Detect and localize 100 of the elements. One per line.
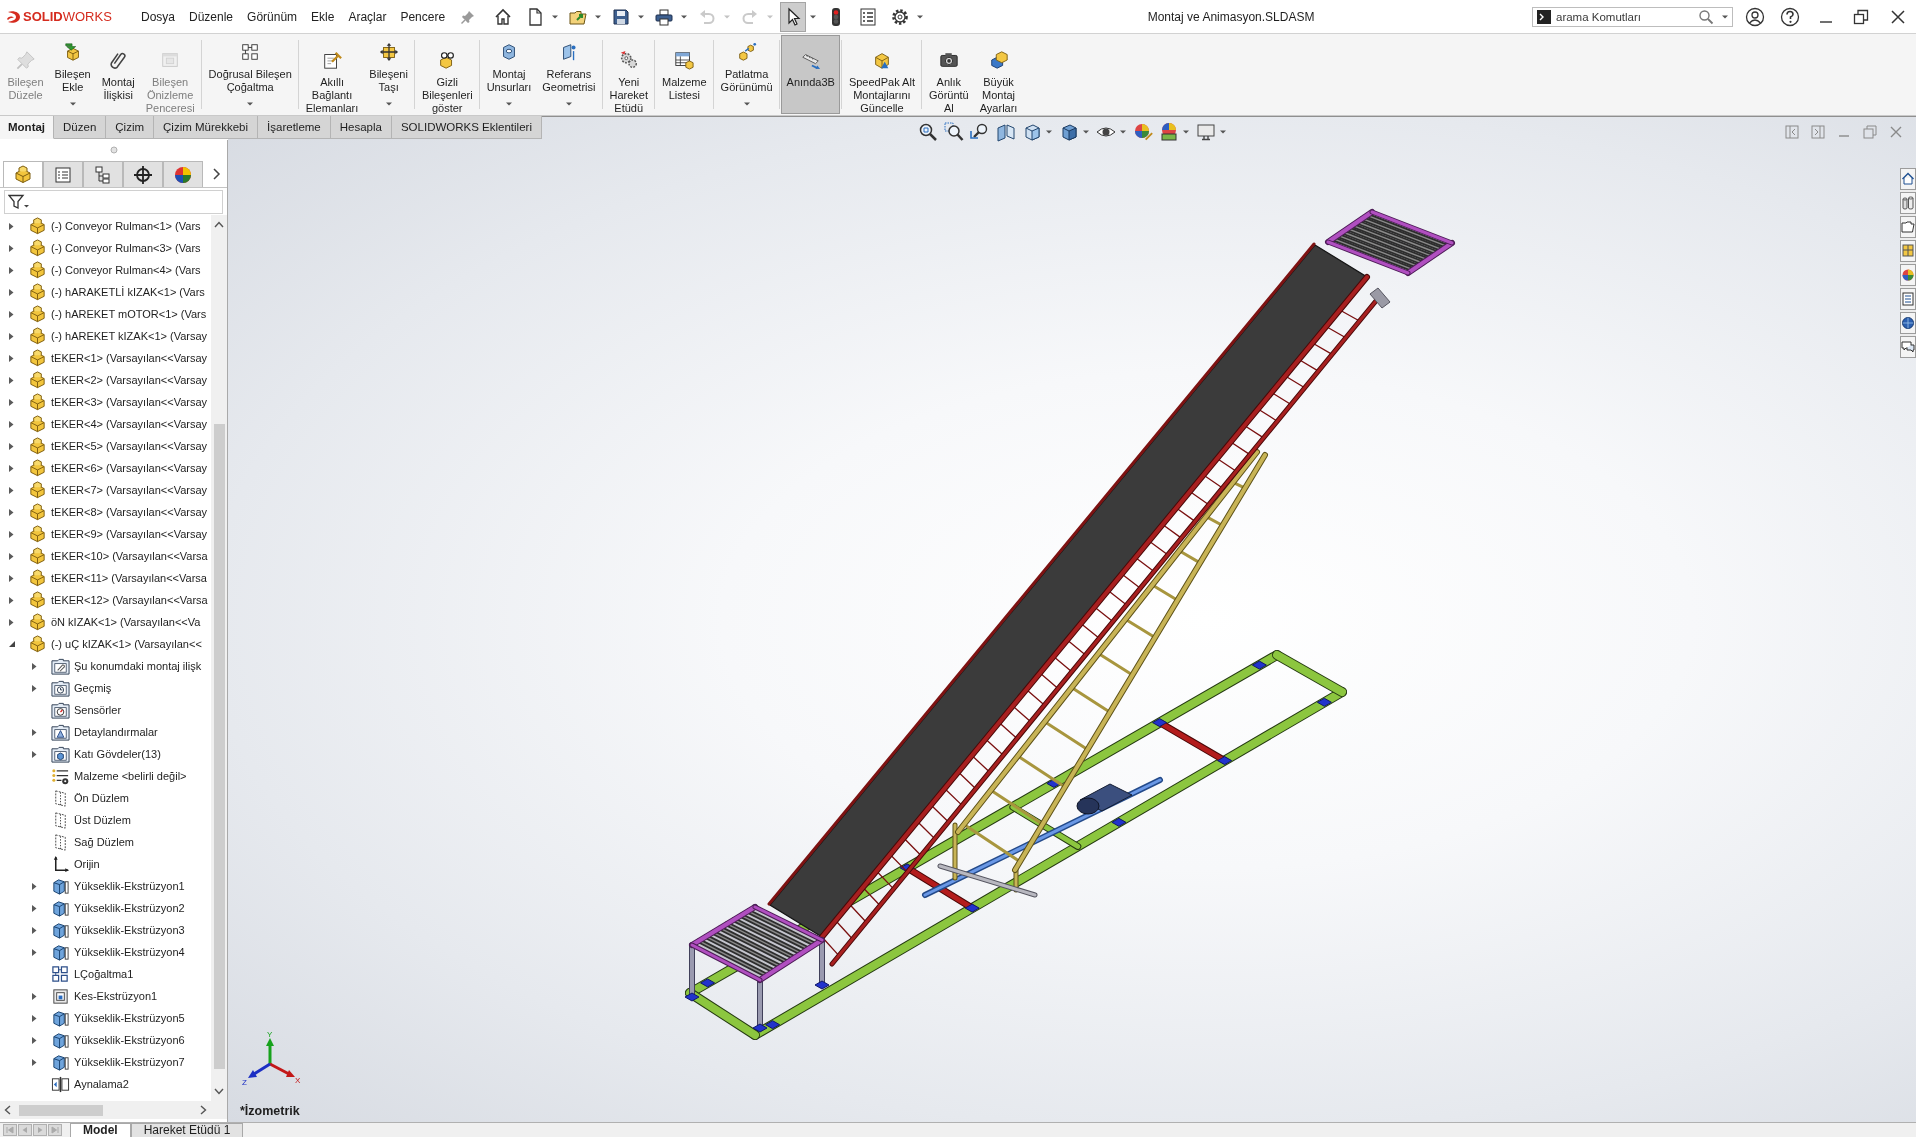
expand-arrow-icon[interactable] <box>8 287 14 297</box>
expand-arrow-icon[interactable] <box>8 463 14 473</box>
grip-icon[interactable] <box>109 146 118 154</box>
tab[interactable]: Hesapla <box>330 116 392 139</box>
tree-item[interactable]: tEKER<7> (Varsayılan<<Varsay <box>51 484 208 496</box>
ribbon-button[interactable]: SpeedPak Alt Montajlarını Güncelle <box>843 35 921 114</box>
caret-icon[interactable] <box>1218 129 1227 135</box>
caret-icon[interactable] <box>742 101 751 107</box>
panel-tab[interactable] <box>123 161 163 187</box>
tree-item[interactable]: Sağ Düzlem <box>74 836 134 848</box>
ribbon-button[interactable]: Anında3B <box>781 35 841 114</box>
close-icon[interactable] <box>1890 8 1906 25</box>
caret-icon[interactable] <box>1081 129 1090 135</box>
speech-bubbles-icon[interactable] <box>1900 336 1916 358</box>
expand-arrow-icon[interactable] <box>31 991 37 1001</box>
expand-arrow-icon[interactable] <box>31 661 37 671</box>
tree-item[interactable]: (-) hARAKETLİ kIZAK<1> (Vars <box>51 286 205 298</box>
tree-item[interactable]: (-) hAREKET kIZAK<1> (Varsay <box>51 330 208 342</box>
panel-tab[interactable] <box>163 161 203 187</box>
ribbon-button[interactable]: Patlatma Görünümü <box>715 35 779 114</box>
list-icon[interactable] <box>1900 288 1916 310</box>
expand-arrow-icon[interactable] <box>31 727 37 737</box>
expand-arrow-icon[interactable] <box>8 617 14 627</box>
ribbon-button[interactable]: Gizli Bileşenleri göster <box>416 35 479 114</box>
expand-arrow-icon[interactable] <box>8 573 14 583</box>
folder-icon[interactable] <box>1900 216 1916 238</box>
expand-arrow-icon[interactable] <box>8 507 14 517</box>
expand-arrow-icon[interactable] <box>31 947 37 957</box>
monitor-icon[interactable] <box>1195 122 1216 142</box>
tab[interactable]: Çizim <box>106 116 155 139</box>
search-field[interactable]: arama Komutları <box>1556 8 1694 25</box>
caret-icon[interactable] <box>1118 129 1127 135</box>
menu-item[interactable]: Ekle <box>304 6 342 27</box>
tree-item[interactable]: (-) Conveyor Rulman<1> (Vars <box>51 220 201 232</box>
expand-arrow-icon[interactable] <box>8 265 14 275</box>
tree-item[interactable]: (-) hAREKET mOTOR<1> (Vars <box>51 308 207 320</box>
scroll-left-icon[interactable] <box>4 1105 11 1115</box>
tree-item[interactable]: Yükseklik-Ekstrüzyon6 <box>74 1034 185 1046</box>
tab[interactable]: Çizim Mürekkebi <box>154 116 259 139</box>
expand-arrow-icon[interactable] <box>8 529 14 539</box>
tree-item[interactable]: tEKER<9> (Varsayılan<<Varsay <box>51 528 208 540</box>
ribbon-button[interactable]: Malzeme Listesi <box>656 35 713 114</box>
caret-icon[interactable] <box>1721 13 1729 20</box>
tree-item[interactable]: LÇoğaltma1 <box>74 968 134 980</box>
tab[interactable]: İşaretleme <box>258 116 331 139</box>
expand-arrow-icon[interactable] <box>8 419 14 429</box>
ribbon-button[interactable]: Yeni Hareket Etüdü <box>603 35 654 114</box>
tree-item[interactable]: tEKER<3> (Varsayılan<<Varsay <box>51 396 208 408</box>
panel-tab[interactable] <box>83 161 123 187</box>
tree-item[interactable]: Kes-Ekstrüzyon1 <box>74 990 158 1002</box>
caret-icon[interactable] <box>637 13 646 20</box>
caret-icon[interactable] <box>1044 129 1053 135</box>
caret-icon[interactable] <box>246 101 255 107</box>
expand-arrow-icon[interactable] <box>31 1013 37 1023</box>
tree-item[interactable]: Ön Düzlem <box>74 792 130 804</box>
caret-icon[interactable] <box>594 13 603 20</box>
scrollbar-thumb[interactable] <box>19 1104 103 1116</box>
tree-item[interactable]: öN kIZAK<1> (Varsayılan<<Va <box>51 616 201 628</box>
tile-left-icon[interactable] <box>1784 124 1800 140</box>
menu-item[interactable]: Araçlar <box>341 6 394 27</box>
ribbon-button[interactable]: Montaj Unsurları <box>481 35 537 114</box>
tree-item[interactable]: Detaylandırmalar <box>74 726 158 738</box>
expand-arrow-icon[interactable] <box>8 221 14 231</box>
filter-icon[interactable] <box>8 194 30 210</box>
tree-item[interactable]: tEKER<5> (Varsayılan<<Varsay <box>51 440 208 452</box>
expand-arrow-icon[interactable] <box>31 925 37 935</box>
caret-icon[interactable] <box>680 13 689 20</box>
tree-item[interactable]: Yükseklik-Ekstrüzyon1 <box>74 880 185 892</box>
expand-arrow-icon[interactable] <box>31 683 37 693</box>
tab[interactable]: Montaj <box>0 116 55 139</box>
tab[interactable]: Model <box>70 1123 131 1137</box>
expand-arrow-icon[interactable] <box>8 595 14 605</box>
caret-icon[interactable] <box>564 101 573 107</box>
caret-icon[interactable] <box>68 101 77 107</box>
expand-arrow-icon[interactable] <box>8 485 14 495</box>
caret-icon[interactable] <box>916 13 925 20</box>
expand-arrow-icon[interactable] <box>8 551 14 561</box>
tab[interactable]: Düzen <box>54 116 107 139</box>
cylinders-icon[interactable] <box>1900 192 1916 214</box>
scene-icon[interactable] <box>1158 122 1179 142</box>
tree-item[interactable]: (-) uÇ kIZAK<1> (Varsayılan<< <box>51 638 202 650</box>
expand-arrow-icon[interactable] <box>8 441 14 451</box>
menu-item[interactable]: Dosya <box>134 6 182 27</box>
expand-arrow-icon[interactable] <box>31 903 37 913</box>
tree-item[interactable]: Aynalama2 <box>74 1078 129 1090</box>
expand-arrow-icon[interactable] <box>31 1035 37 1045</box>
tree-item[interactable]: Yükseklik-Ekstrüzyon5 <box>74 1012 185 1024</box>
scrollbar-thumb[interactable] <box>213 424 225 1069</box>
tree-item[interactable]: tEKER<6> (Varsayılan<<Varsay <box>51 462 208 474</box>
magnifier-arrow-icon[interactable] <box>969 122 990 142</box>
tree-item[interactable]: Geçmiş <box>74 682 112 694</box>
tree-item[interactable]: tEKER<1> (Varsayılan<<Varsay <box>51 352 208 364</box>
caret-icon[interactable] <box>1181 129 1190 135</box>
tile-right-icon[interactable] <box>1810 124 1826 140</box>
zoom-icon[interactable] <box>917 122 938 142</box>
restore-icon[interactable] <box>1853 8 1869 25</box>
search-icon[interactable] <box>1698 8 1714 25</box>
section-view-icon[interactable] <box>995 122 1016 142</box>
ribbon-button[interactable]: Montaj İlişkisi <box>96 35 141 114</box>
tree-item[interactable]: Yükseklik-Ekstrüzyon2 <box>74 902 185 914</box>
